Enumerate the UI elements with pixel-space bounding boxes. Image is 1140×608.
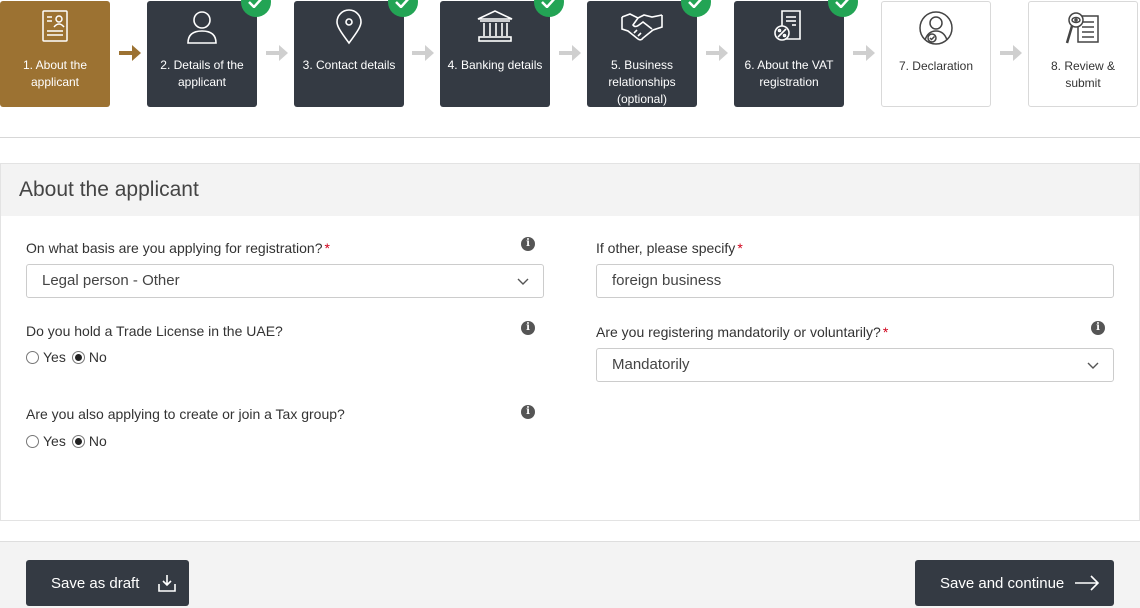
review-document-icon (1029, 10, 1137, 50)
step-vat-registration[interactable]: 6. About the VAT registration (734, 0, 858, 107)
about-applicant-panel: About the applicant On what basis are yo… (0, 163, 1140, 521)
arrow-right-icon (559, 45, 581, 61)
arrow-right-icon (1075, 575, 1100, 591)
basis-select-value: Legal person - Other (42, 272, 180, 289)
step-details-applicant[interactable]: 2. Details of the applicant (147, 0, 271, 107)
registering-label: Are you registering mandatorily or volun… (596, 324, 889, 340)
tax-group-no-radio[interactable] (71, 434, 85, 448)
location-pin-icon (294, 9, 404, 49)
chevron-down-icon (1087, 362, 1099, 369)
step-label: 8. Review & submit (1050, 59, 1116, 90)
download-icon (158, 575, 177, 592)
step-declaration[interactable]: 7. Declaration (881, 1, 991, 107)
trade-license-yes-radio[interactable] (26, 350, 39, 364)
step-banking-details[interactable]: 4. Banking details (440, 0, 564, 107)
person-icon (147, 9, 257, 49)
trade-license-label: Do you hold a Trade License in the UAE? (26, 323, 283, 339)
step-label: 4. Banking details (447, 58, 543, 72)
vat-document-icon (734, 9, 844, 49)
info-icon[interactable]: i (1091, 321, 1105, 335)
step-about-applicant[interactable]: 1. About the applicant (0, 1, 110, 107)
save-continue-button[interactable]: Save and continue (915, 560, 1114, 606)
bank-icon (440, 9, 550, 49)
tax-group-label: Are you also applying to create or join … (26, 406, 345, 422)
arrow-right-icon (266, 45, 288, 61)
arrow-right-icon (1000, 45, 1022, 61)
basis-select[interactable]: Legal person - Other (26, 264, 544, 298)
panel-title: About the applicant (1, 164, 1139, 216)
other-specify-input[interactable]: foreign business (596, 264, 1114, 298)
trade-license-no-radio[interactable] (71, 350, 85, 364)
arrow-right-icon (119, 45, 141, 61)
step-label: 7. Declaration (898, 59, 974, 73)
step-label: 5. Business relationships (optional) (608, 58, 676, 106)
arrow-right-icon (412, 45, 434, 61)
arrow-right-icon (853, 45, 875, 61)
save-draft-label: Save as draft (51, 574, 140, 592)
step-label: 6. About the VAT registration (744, 58, 834, 89)
step-label: 3. Contact details (302, 58, 396, 72)
save-draft-button[interactable]: Save as draft (26, 560, 189, 606)
basis-label: On what basis are you applying for regis… (26, 240, 330, 256)
trade-license-radio-group: Yes No (26, 349, 113, 365)
info-icon[interactable]: i (521, 321, 535, 335)
handshake-icon (587, 9, 697, 49)
step-label: 2. Details of the applicant (160, 58, 244, 89)
step-review-submit[interactable]: 8. Review & submit (1028, 1, 1138, 107)
registering-select-value: Mandatorily (612, 356, 690, 373)
info-icon[interactable]: i (521, 237, 535, 251)
registering-select[interactable]: Mandatorily (596, 348, 1114, 382)
tax-group-radio-group: Yes No (26, 433, 113, 449)
save-continue-label: Save and continue (940, 574, 1065, 592)
chevron-down-icon (517, 278, 529, 285)
step-business-relationships[interactable]: 5. Business relationships (optional) (587, 0, 711, 107)
step-label: 1. About the applicant (22, 58, 88, 89)
progress-stepper: 1. About the applicant 2. Details of the… (0, 0, 1140, 108)
other-specify-label: If other, please specify * (596, 240, 743, 256)
arrow-right-icon (706, 45, 728, 61)
divider (0, 137, 1140, 138)
person-check-icon (882, 10, 990, 50)
document-person-icon (0, 9, 110, 49)
step-contact-details[interactable]: 3. Contact details (294, 0, 418, 107)
info-icon[interactable]: i (521, 405, 535, 419)
tax-group-yes-radio[interactable] (26, 434, 39, 448)
form-footer: Save as draft Save and continue (0, 541, 1140, 608)
